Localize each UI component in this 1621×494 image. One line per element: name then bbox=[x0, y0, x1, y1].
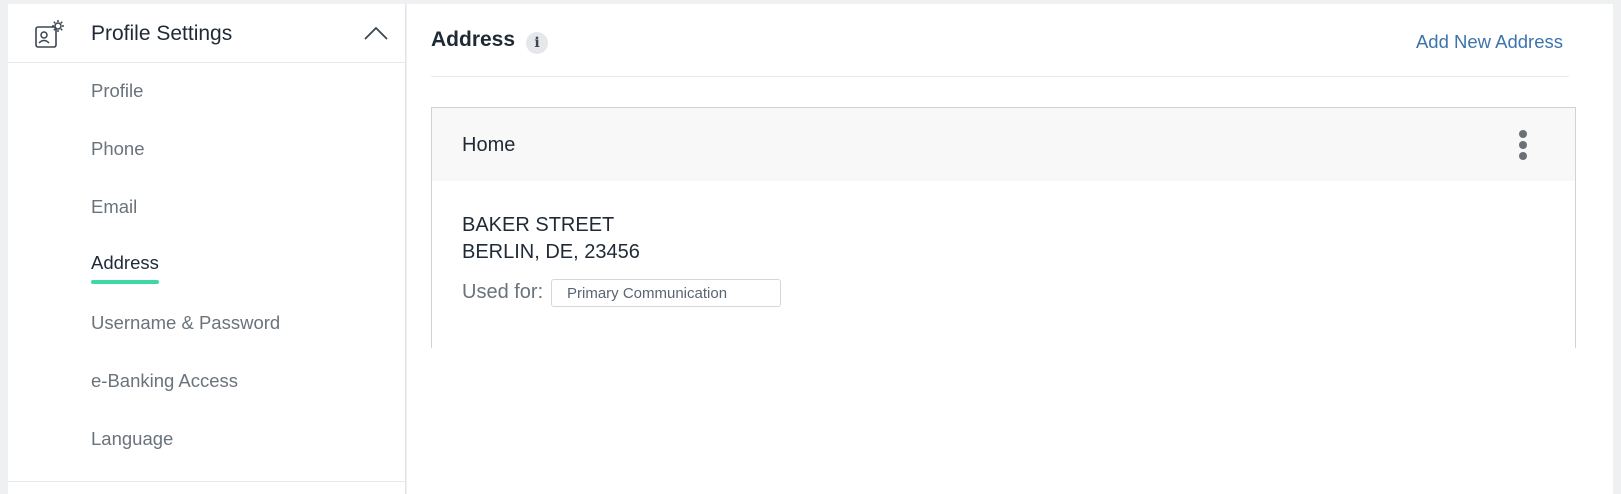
address-line-1: BAKER STREET bbox=[462, 214, 615, 236]
sidebar-item-phone[interactable]: Phone bbox=[91, 138, 145, 160]
sidebar-item-username-password[interactable]: Username & Password bbox=[91, 312, 280, 334]
sidebar-item-language[interactable]: Language bbox=[91, 428, 173, 450]
info-icon[interactable]: i bbox=[526, 32, 548, 54]
sidebar-divider bbox=[8, 481, 405, 482]
chevron-up-icon[interactable] bbox=[363, 24, 389, 42]
sidebar-item-profile[interactable]: Profile bbox=[91, 80, 143, 102]
sidebar: Profile Settings Profile Phone Email Add… bbox=[8, 4, 406, 494]
address-line-2: BERLIN, DE, 23456 bbox=[462, 241, 640, 263]
sidebar-item-email[interactable]: Email bbox=[91, 196, 137, 218]
address-card-header: Home bbox=[432, 108, 1575, 181]
kebab-menu-icon[interactable] bbox=[1517, 128, 1529, 162]
page-title: Address bbox=[431, 28, 516, 51]
used-for-label: Used for: bbox=[462, 281, 544, 303]
sidebar-item-address[interactable]: Address bbox=[91, 252, 159, 284]
profile-settings-icon bbox=[35, 20, 64, 48]
address-card: Home BAKER STREET BERLIN, DE, 23456 Used… bbox=[431, 107, 1576, 348]
sidebar-title: Profile Settings bbox=[91, 22, 233, 45]
used-for-badge: Primary Communication bbox=[551, 279, 781, 307]
profile-settings-header[interactable]: Profile Settings bbox=[8, 4, 405, 63]
header-divider bbox=[431, 76, 1569, 77]
add-new-address-link[interactable]: Add New Address bbox=[1416, 31, 1563, 53]
main-panel: Address i Add New Address Home BAKER STR… bbox=[407, 4, 1613, 494]
sidebar-item-e-banking-access[interactable]: e-Banking Access bbox=[91, 370, 238, 392]
address-card-title: Home bbox=[462, 134, 516, 156]
